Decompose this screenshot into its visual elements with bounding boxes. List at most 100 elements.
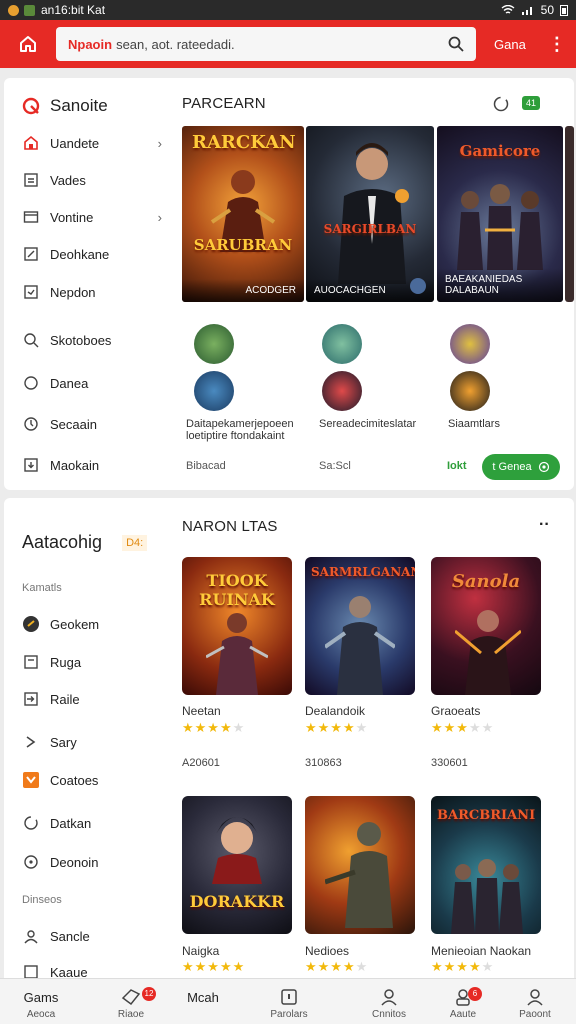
- search-brand: Npaoin: [68, 36, 113, 52]
- sidebar-item-5[interactable]: Skotoboes: [22, 331, 162, 349]
- sidebar-item-1[interactable]: Ruga: [22, 653, 162, 671]
- game-tile-1[interactable]: SARMRLGANAN: [305, 557, 415, 695]
- featured-card: Sanoite Uandete › Vades Vontine › Deohka…: [4, 78, 574, 490]
- target-icon: [22, 853, 40, 871]
- banner-1[interactable]: SARGIRLBAN AUOCACHGEN: [306, 126, 434, 302]
- sidebar-item-label: Raile: [50, 691, 80, 707]
- bottom-nav: Gams Aeoca Riaoe 12 Mcah Parolars Cnnito…: [0, 978, 576, 1024]
- sidebar-item-7[interactable]: Secaain: [22, 415, 162, 433]
- nav-item-games[interactable]: Gams Aeoca: [6, 979, 76, 1024]
- text-link[interactable]: Iokt: [447, 460, 467, 472]
- refresh-icon[interactable]: [492, 95, 510, 113]
- get-button-label: t Genea: [492, 461, 532, 473]
- tile-count: 310863: [305, 757, 342, 769]
- sidebar-item-label: Vontine: [50, 209, 94, 225]
- sidebar-item-0[interactable]: Geokem: [22, 615, 162, 633]
- banner-logo: RARCKAN: [192, 132, 296, 153]
- profile-icon: [527, 989, 543, 1006]
- banner-peek[interactable]: [565, 126, 574, 302]
- sidebar-item-6[interactable]: Deonoin: [22, 853, 162, 871]
- mini-game-icon[interactable]: [450, 371, 490, 411]
- sidebar-item-label: Uandete: [50, 135, 100, 151]
- tile-title: SARMRLGANAN: [311, 565, 415, 579]
- tile-name[interactable]: Graoeats: [431, 704, 480, 718]
- nav-item-5[interactable]: Aaute 6: [428, 979, 498, 1024]
- game-dot-icon: [22, 615, 40, 633]
- character-art: [206, 613, 268, 695]
- nav-label: Aeoca: [26, 1009, 56, 1020]
- game-tile-5[interactable]: BARCBRIANI: [431, 796, 541, 934]
- mini-game-icon[interactable]: [322, 371, 362, 411]
- game-tile-0[interactable]: TIOOK RUINAK: [182, 557, 292, 695]
- mini-game-icon[interactable]: [194, 324, 234, 364]
- sidebar-item-label: Danea: [50, 375, 89, 391]
- mini-game-icon[interactable]: [450, 324, 490, 364]
- chevron-right-icon: ›: [157, 209, 162, 225]
- mini-game-title[interactable]: Siaamtlars: [448, 418, 500, 430]
- tile-name[interactable]: Nedioes: [305, 944, 349, 958]
- tile-name[interactable]: Neetan: [182, 704, 221, 718]
- sidebar-item-3[interactable]: Sary: [22, 733, 162, 751]
- tile-title: DORAKKR: [189, 892, 285, 911]
- sidebar-item-label: Maokain: [50, 457, 100, 473]
- home-button[interactable]: [0, 20, 56, 68]
- tile-name[interactable]: Naigka: [182, 944, 219, 958]
- catalog-card: Aatacohig D4: Kamatls Geokem Ruga Raile …: [4, 498, 574, 988]
- home-icon: [22, 134, 40, 152]
- search-bar[interactable]: Npaoin sean, aot. rateedadi.: [56, 27, 476, 61]
- banner-2[interactable]: Gamicore BAEAKANIEDAS DALABAUN: [437, 126, 563, 302]
- banner-caption: BAEAKANIEDAS DALABAUN: [437, 268, 563, 302]
- sidebar-item-5[interactable]: Datkan: [22, 814, 162, 832]
- sidebar-item-4[interactable]: Nepdon: [22, 283, 162, 301]
- banner-0[interactable]: RARCKAN SARUBRAN ACODGER: [182, 126, 304, 302]
- sidebar-item-0[interactable]: Uandete ›: [22, 134, 162, 152]
- home-icon: [20, 36, 36, 52]
- mini-game-icon[interactable]: [194, 371, 234, 411]
- eye-icon: [538, 461, 549, 473]
- get-button[interactable]: t Genea: [482, 454, 560, 480]
- game-link[interactable]: Gana: [494, 37, 526, 52]
- mini-game-title[interactable]: Daitapekamerjepoeen loetiptire ftondakai…: [186, 418, 316, 442]
- nav-item-6[interactable]: Paoont: [500, 979, 570, 1024]
- game-tile-3[interactable]: DORAKKR: [182, 796, 292, 934]
- game-tile-2[interactable]: Sanola: [431, 557, 541, 695]
- more-vertical-icon[interactable]: ⋮: [548, 34, 566, 55]
- sidebar-item-label: Coatoes: [50, 772, 99, 788]
- battery-icon: [560, 5, 568, 16]
- window-icon: [22, 208, 40, 226]
- list-icon: [22, 171, 40, 189]
- notification-badge: 6: [468, 987, 482, 1001]
- sidebar-item-6[interactable]: Danea: [22, 374, 162, 392]
- tile-name[interactable]: Menieoian Naokan: [431, 944, 531, 958]
- wifi-icon: [501, 5, 515, 14]
- sidebar-item-label: Geokem: [50, 616, 100, 632]
- sidebar-item-2[interactable]: Raile: [22, 690, 162, 708]
- banner-logo: SARGIRLBAN: [323, 222, 417, 236]
- mini-game-icon[interactable]: [322, 324, 362, 364]
- character-art: [325, 822, 393, 928]
- nav-item-1[interactable]: Riaoe 12: [96, 979, 166, 1024]
- nav-item-3[interactable]: Parolars: [254, 979, 324, 1024]
- sidebar-item-3[interactable]: Deohkane: [22, 245, 162, 263]
- sidebar-item-8[interactable]: Maokain: [22, 456, 162, 474]
- tile-name[interactable]: Dealandoik: [305, 704, 365, 718]
- game-tile-4[interactable]: [305, 796, 415, 934]
- nav-item-2[interactable]: Mcah: [168, 979, 238, 1024]
- sidebar-item-1[interactable]: Vades: [22, 171, 162, 189]
- mini-game-title[interactable]: Sereadecimiteslatar: [319, 418, 416, 430]
- more-horizontal-icon[interactable]: ··: [539, 516, 550, 534]
- user-icon: [381, 989, 397, 1006]
- nav-item-4[interactable]: Cnnitos: [354, 979, 424, 1024]
- sidebar-title: Sanoite: [50, 96, 108, 115]
- sidebar-item-2[interactable]: Vontine ›: [22, 208, 162, 226]
- refresh-icon: [22, 814, 40, 832]
- app-notification-icon: [8, 4, 19, 16]
- nav-label: Riaoe: [117, 1009, 145, 1020]
- search-icon[interactable]: [448, 36, 464, 52]
- group-label: Dinseos: [22, 894, 62, 906]
- sidebar-item-7[interactable]: Sancle: [22, 927, 162, 945]
- character-art: [338, 143, 409, 284]
- sidebar-item-4[interactable]: Coatoes: [22, 771, 162, 789]
- download-icon: [22, 456, 40, 474]
- group-art: [457, 184, 543, 270]
